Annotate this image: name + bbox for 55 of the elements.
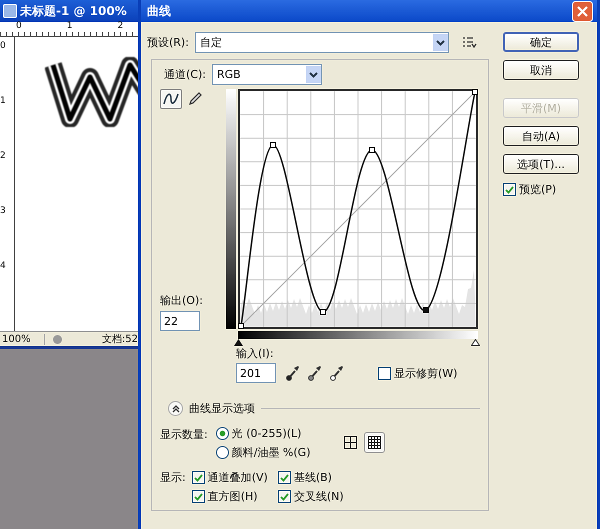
show-clipping-checkbox[interactable]: 显示修剪(W) (378, 366, 458, 383)
detailed-grid-button[interactable] (364, 432, 386, 453)
display-label: 显示: (160, 470, 186, 486)
checkmark-icon (505, 186, 514, 194)
ruler-label: 2 (0, 151, 7, 161)
ruler-label: 0 (16, 22, 22, 31)
input-label: 输入(I): (236, 346, 275, 361)
document-info: 文档:52 (102, 332, 138, 346)
output-label: 输出(O): (160, 293, 204, 308)
eyedropper-icon[interactable] (330, 365, 344, 381)
chevron-down-icon (436, 40, 445, 46)
ruler-label: 1 (0, 96, 7, 106)
display-amount-label: 显示数量: (160, 427, 208, 442)
ruler-label: 0 (0, 41, 7, 51)
document-title: 未标题-1 @ 100% (20, 2, 127, 20)
preview-checkbox[interactable]: 预览(P) (503, 182, 579, 197)
display-option-checkbox[interactable]: 基线(B) (278, 470, 344, 485)
collapse-icon (170, 404, 180, 414)
dialog-button[interactable]: 确定 (503, 32, 579, 52)
input-field[interactable]: 201 (236, 363, 276, 383)
display-option-checkbox[interactable]: 通道叠加(V) (192, 470, 268, 485)
output-field[interactable]: 22 (160, 311, 200, 331)
zoom-level: 100% (0, 334, 45, 344)
dialog-title: 曲线 (147, 2, 171, 20)
display-option-checkbox[interactable]: 直方图(H) (192, 489, 268, 504)
curve-graph-drawing[interactable] (238, 89, 478, 329)
dialog-button[interactable]: 取消 (503, 60, 579, 80)
channel-dropdown[interactable]: RGB (212, 64, 322, 85)
display-option-checkbox[interactable]: 交叉线(N) (278, 489, 344, 504)
channel-label: 通道(C): (164, 67, 206, 82)
menu-icon[interactable] (462, 37, 477, 48)
section-title: 曲线显示选项 (189, 401, 255, 416)
chevron-down-icon (308, 72, 318, 78)
shadow-slider-icon[interactable] (234, 339, 243, 346)
preset-dropdown[interactable]: 自定 (194, 32, 449, 53)
eyedropper-icon[interactable] (308, 365, 322, 381)
highlight-slider-icon[interactable] (471, 339, 480, 346)
radio-option[interactable]: 颜料/油墨 %(G) (216, 445, 310, 460)
preset-label: 预设(R): (147, 35, 189, 50)
radio-option[interactable]: 光 (0-255)(L) (216, 426, 310, 441)
ruler-label: 3 (0, 206, 7, 216)
close-icon[interactable] (572, 0, 593, 22)
eyedropper-icon[interactable] (286, 365, 300, 381)
ruler-label: 4 (0, 261, 7, 271)
checkmark-icon (280, 492, 289, 500)
app-icon (3, 4, 17, 18)
ruler-label: 1 (66, 22, 72, 31)
curve-tool-button[interactable] (160, 89, 182, 109)
checkmark-icon (194, 492, 203, 500)
dialog-button[interactable]: 选项(T)... (503, 154, 579, 174)
collapse-toggle-button[interactable] (168, 401, 183, 416)
dialog-button[interactable]: 自动(A) (503, 126, 579, 146)
checkmark-icon (194, 474, 203, 482)
ruler-label: 2 (117, 22, 124, 31)
checkmark-icon (280, 474, 289, 482)
